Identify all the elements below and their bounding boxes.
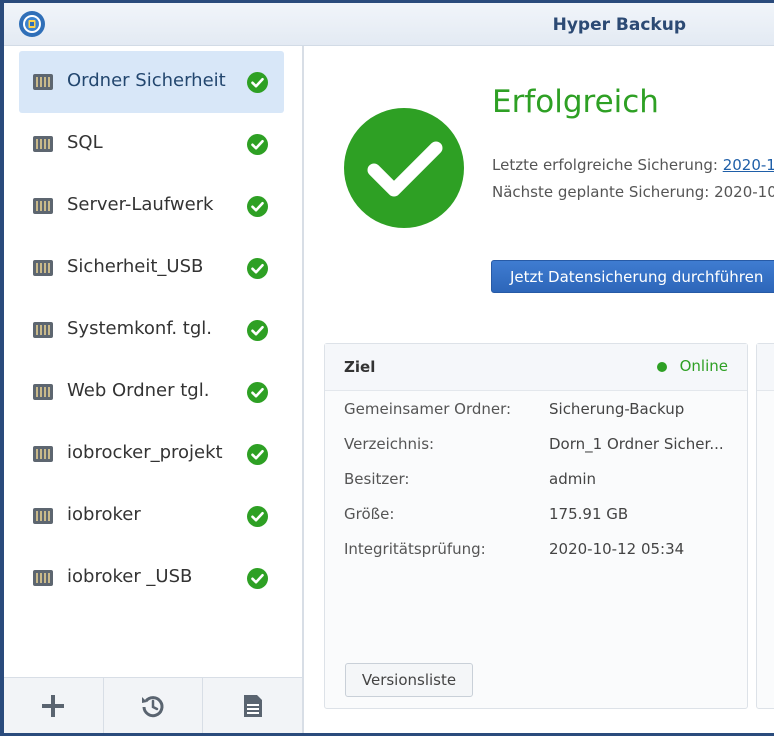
task-list: Ordner Sicherheit SQL Server-Laufwerk Si…	[19, 51, 284, 609]
task-item-iobroker[interactable]: iobroker	[19, 485, 284, 547]
task-label: SQL	[67, 132, 103, 153]
task-item-systemkonf[interactable]: Systemkonf. tgl.	[19, 299, 284, 361]
backup-task-icon	[33, 136, 53, 152]
task-item-sql[interactable]: SQL	[19, 113, 284, 175]
window-title: Hyper Backup	[552, 15, 686, 35]
info-value: Dorn_1 Ordner Sicher...	[549, 435, 724, 453]
last-backup-link[interactable]: 2020-1	[723, 156, 774, 174]
task-label: Sicherheit_USB	[67, 256, 204, 277]
task-label: Server-Laufwerk	[67, 194, 214, 215]
task-item-iobrocker-projekt[interactable]: iobrocker_projekt	[19, 423, 284, 485]
task-item-server-laufwerk[interactable]: Server-Laufwerk	[19, 175, 284, 237]
info-key: Integritätsprüfung:	[344, 540, 486, 558]
backup-task-icon	[33, 260, 53, 276]
task-label: Web Ordner tgl.	[67, 380, 210, 401]
backup-task-icon	[33, 508, 53, 524]
info-row-integrity-check: Integritätsprüfung: 2020-10-12 05:34	[344, 540, 744, 575]
backup-task-icon	[33, 322, 53, 338]
hyper-backup-logo-icon[interactable]	[18, 10, 46, 38]
restore-icon	[142, 695, 164, 717]
online-status-text: Online	[679, 357, 728, 375]
title-bar: Hyper Backup	[4, 3, 774, 46]
restore-button[interactable]	[104, 678, 204, 733]
next-backup-value: 2020-10	[714, 183, 774, 201]
task-item-sicherheit-usb[interactable]: Sicherheit_USB	[19, 237, 284, 299]
plus-icon	[42, 694, 65, 717]
info-value: Sicherung-Backup	[549, 400, 685, 418]
info-value: admin	[549, 470, 596, 488]
success-check-icon	[247, 134, 268, 155]
backup-now-button[interactable]: Jetzt Datensicherung durchführen	[491, 260, 774, 293]
backup-task-icon	[33, 570, 53, 586]
target-card-header: Ziel Online	[325, 344, 747, 391]
task-label: Ordner Sicherheit	[67, 70, 226, 91]
last-backup-label: Letzte erfolgreiche Sicherung:	[492, 156, 718, 174]
backup-task-icon	[33, 446, 53, 462]
second-card-partial	[756, 343, 774, 709]
info-key: Verzeichnis:	[344, 435, 435, 453]
success-status-icon	[344, 108, 464, 228]
target-info-rows: Gemeinsamer Ordner: Sicherung-Backup Ver…	[344, 400, 744, 575]
info-row-owner: Besitzer: admin	[344, 470, 744, 505]
success-check-icon	[247, 320, 268, 341]
success-check-icon	[247, 258, 268, 279]
backup-task-icon	[33, 74, 53, 90]
success-check-icon	[247, 506, 268, 527]
task-item-iobroker-usb[interactable]: iobroker _USB	[19, 547, 284, 609]
success-check-icon	[247, 568, 268, 589]
info-key: Gemeinsamer Ordner:	[344, 400, 512, 418]
success-check-icon	[247, 444, 268, 465]
task-item-web-ordner[interactable]: Web Ordner tgl.	[19, 361, 284, 423]
info-value: 175.91 GB	[549, 505, 629, 523]
success-check-icon	[247, 72, 268, 93]
task-item-ordner-sicherheit[interactable]: Ordner Sicherheit	[19, 51, 284, 113]
backup-task-icon	[33, 384, 53, 400]
online-status-dot	[657, 362, 667, 372]
info-value: 2020-10-12 05:34	[549, 540, 685, 558]
backup-log-button[interactable]	[203, 678, 302, 733]
target-card-title: Ziel	[344, 358, 376, 376]
task-label: iobroker _USB	[67, 566, 193, 587]
task-label: Systemkonf. tgl.	[67, 318, 213, 339]
task-label: iobroker	[67, 504, 141, 525]
sidebar-footer	[4, 677, 302, 733]
create-task-button[interactable]	[4, 678, 104, 733]
success-check-icon	[247, 196, 268, 217]
task-label: iobrocker_projekt	[67, 442, 223, 463]
second-card-header	[757, 344, 774, 391]
info-key: Größe:	[344, 505, 395, 523]
backup-task-icon	[33, 198, 53, 214]
next-backup-line: Nächste geplante Sicherung: 2020-10	[492, 183, 774, 201]
version-list-button[interactable]: Versionsliste	[345, 663, 473, 697]
last-backup-line: Letzte erfolgreiche Sicherung: 2020-1	[492, 156, 774, 174]
task-sidebar: Ordner Sicherheit SQL Server-Laufwerk Si…	[4, 46, 304, 733]
success-check-icon	[247, 382, 268, 403]
target-card: Ziel Online Gemeinsamer Ordner: Sicherun…	[324, 343, 748, 709]
info-row-shared-folder: Gemeinsamer Ordner: Sicherung-Backup	[344, 400, 744, 435]
info-row-directory: Verzeichnis: Dorn_1 Ordner Sicher...	[344, 435, 744, 470]
task-detail-panel: Erfolgreich Letzte erfolgreiche Sicherun…	[304, 46, 774, 733]
next-backup-label: Nächste geplante Sicherung:	[492, 183, 710, 201]
app-window: Hyper Backup Ordner Sicherheit SQL Serve…	[4, 3, 774, 733]
log-icon	[243, 694, 262, 717]
info-row-size: Größe: 175.91 GB	[344, 505, 744, 540]
status-title: Erfolgreich	[492, 84, 659, 120]
info-key: Besitzer:	[344, 470, 410, 488]
